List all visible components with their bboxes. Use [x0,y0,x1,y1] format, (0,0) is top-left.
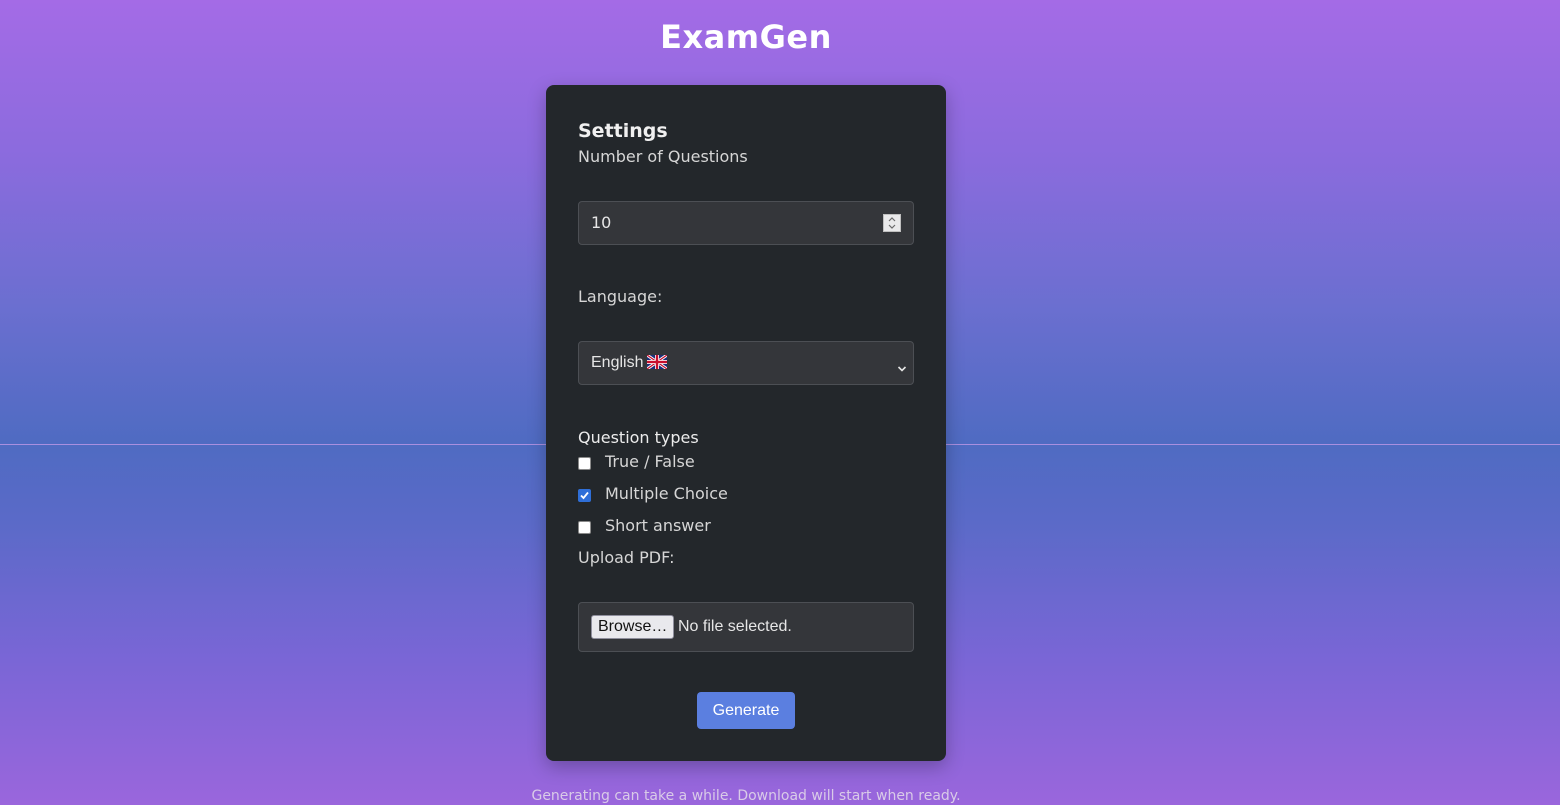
short-answer-checkbox[interactable] [578,521,591,534]
generate-button[interactable]: Generate [697,692,795,729]
checkmark-icon [580,491,589,500]
short-answer-label[interactable]: Short answer [605,515,711,537]
num-questions-value: 10 [591,213,612,232]
app-title: ExamGen [660,18,832,56]
settings-title: Settings [578,120,668,142]
chevron-down-icon [897,358,907,377]
num-questions-input[interactable]: 10 [578,201,914,245]
number-spinner-icon[interactable] [883,214,901,232]
true-false-label[interactable]: True / False [605,451,695,473]
browse-button[interactable]: Browse… [591,615,675,639]
multiple-choice-label[interactable]: Multiple Choice [605,483,728,505]
settings-card: Settings Number of Questions 10 Language… [546,85,946,761]
num-questions-label: Number of Questions [578,147,748,166]
footer-note: Generating can take a while. Download wi… [531,788,961,804]
language-label: Language: [578,287,663,306]
true-false-checkbox[interactable] [578,457,591,470]
file-status: No file selected. [678,618,792,635]
language-selected-value: English [591,353,669,375]
uk-flag-icon [646,353,669,375]
language-selected-text: English [591,354,644,371]
multiple-choice-checkbox[interactable] [578,489,591,502]
upload-pdf-input[interactable]: Browse… No file selected. [578,602,914,652]
upload-pdf-label: Upload PDF: [578,548,675,567]
question-types-label: Question types [578,428,699,447]
language-select[interactable]: English [578,341,914,385]
